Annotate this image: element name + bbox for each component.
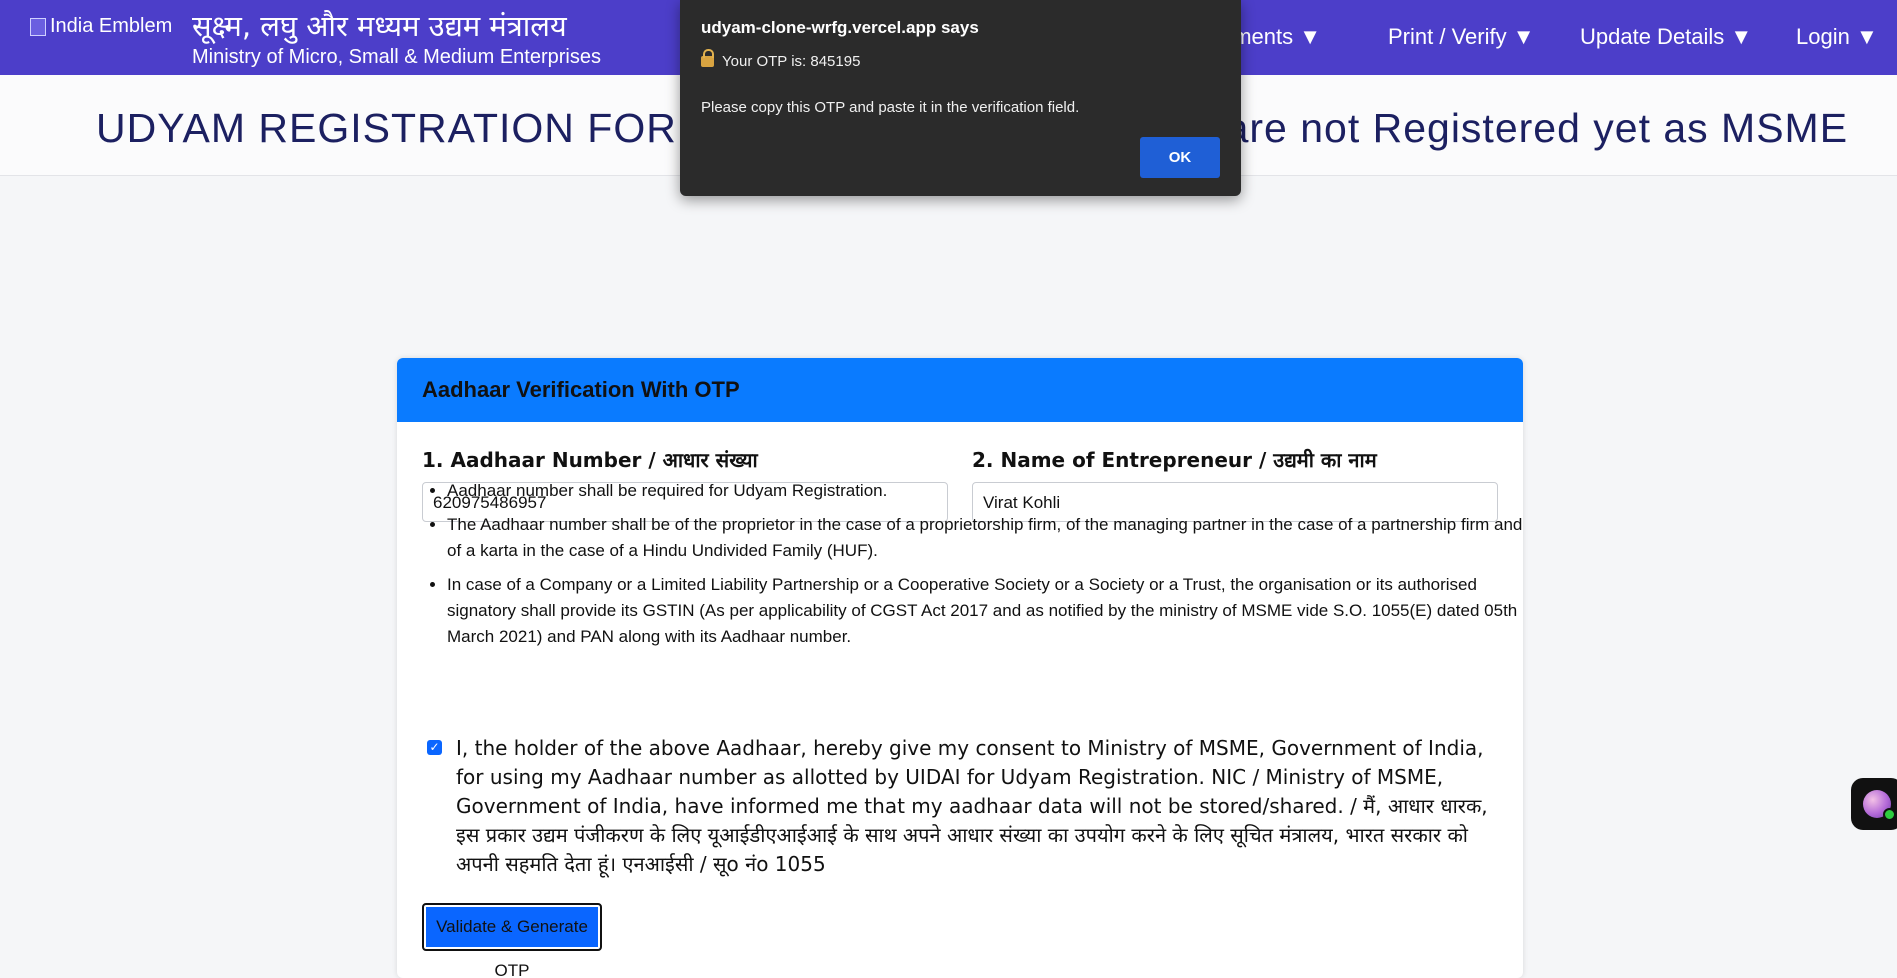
consent-checkbox[interactable]: ✓ xyxy=(427,740,442,755)
otp-text: Your OTP is: 845195 xyxy=(722,53,861,70)
india-emblem-image[interactable]: India Emblem xyxy=(30,15,172,38)
ministry-name-hindi: सूक्ष्म, लघु और मध्यम उद्यम मंत्रालय xyxy=(192,9,567,43)
broken-image-icon xyxy=(30,17,46,36)
emblem-alt-text: India Emblem xyxy=(50,15,173,37)
note-item: In case of a Company or a Limited Liabil… xyxy=(447,572,1523,650)
checkmark-icon: ✓ xyxy=(429,740,440,754)
nav-login-menu[interactable]: Login ▼ xyxy=(1796,24,1878,50)
consent-text: I, the holder of the above Aadhaar, here… xyxy=(456,736,1488,876)
online-status-icon xyxy=(1883,808,1896,821)
dialog-ok-button[interactable]: OK xyxy=(1140,137,1220,178)
entrepreneur-name-label: 2. Name of Entrepreneur / उद्यमी का नाम xyxy=(972,448,1377,472)
note-item: The Aadhaar number shall be of the propr… xyxy=(447,512,1523,564)
aadhaar-verification-card: Aadhaar Verification With OTP 1. Aadhaar… xyxy=(397,358,1523,978)
nav-update-details-menu[interactable]: Update Details ▼ xyxy=(1580,24,1752,50)
nav-print-verify-menu[interactable]: Print / Verify ▼ xyxy=(1388,24,1534,50)
dialog-otp-line: Your OTP is: 845195 xyxy=(701,49,861,70)
aadhaar-notes-list: Aadhaar number shall be required for Udy… xyxy=(422,478,1523,658)
otp-alert-dialog: udyam-clone-wrfg.vercel.app says Your OT… xyxy=(680,0,1241,196)
ministry-name-english: Ministry of Micro, Small & Medium Enterp… xyxy=(192,46,601,68)
aadhaar-number-label: 1. Aadhaar Number / आधार संख्या xyxy=(422,448,758,472)
lock-icon xyxy=(701,49,714,67)
dialog-message: Please copy this OTP and paste it in the… xyxy=(701,99,1080,116)
dialog-title: udyam-clone-wrfg.vercel.app says xyxy=(701,18,979,37)
chat-widget-button[interactable] xyxy=(1851,778,1897,830)
validate-generate-otp-button[interactable]: Validate & Generate OTP xyxy=(422,903,602,978)
note-item: Aadhaar number shall be required for Udy… xyxy=(447,478,1523,504)
card-header: Aadhaar Verification With OTP xyxy=(397,358,1523,422)
